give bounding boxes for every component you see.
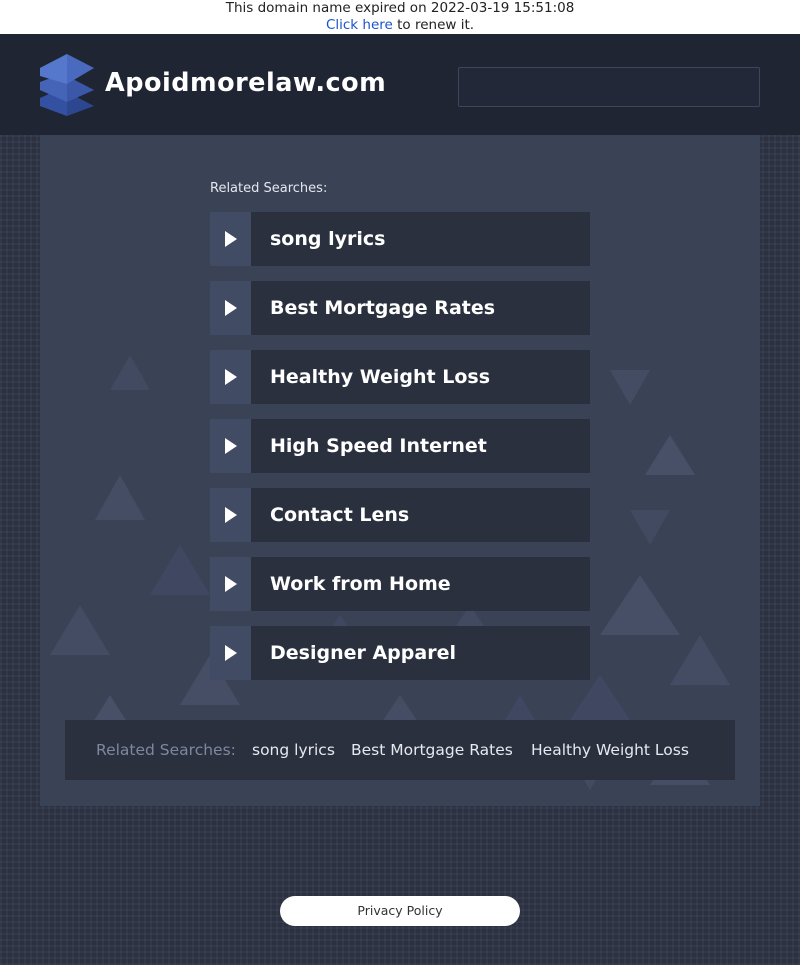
expiry-notice: This domain name expired on 2022-03-19 1… (225, 0, 575, 16)
renew-line: Click here to renew it. (0, 17, 800, 34)
footer-link[interactable]: song lyrics (252, 740, 335, 760)
related-search-item[interactable]: High Speed Internet (210, 419, 590, 473)
related-search-item[interactable]: Contact Lens (210, 488, 590, 542)
related-search-item[interactable]: Work from Home (210, 557, 590, 611)
site-title: Apoidmorelaw.com (105, 68, 387, 98)
related-search-item[interactable]: Designer Apparel (210, 626, 590, 680)
footer-related-searches: Related Searches: song lyrics Best Mortg… (65, 720, 735, 780)
play-arrow-icon (225, 231, 237, 247)
related-search-label: High Speed Internet (270, 435, 487, 457)
related-search-label: song lyrics (270, 228, 386, 250)
related-search-item[interactable]: Best Mortgage Rates (210, 281, 590, 335)
play-arrow-icon (225, 576, 237, 592)
related-search-label: Contact Lens (270, 504, 410, 526)
site-header: Apoidmorelaw.com (0, 34, 800, 135)
play-arrow-icon (225, 507, 237, 523)
related-searches-label: Related Searches: (210, 181, 328, 196)
related-search-item[interactable]: Healthy Weight Loss (210, 350, 590, 404)
stacked-layers-icon (40, 54, 94, 116)
footer-link[interactable]: Healthy Weight Loss (531, 740, 689, 760)
play-arrow-icon (225, 300, 237, 316)
renew-link[interactable]: Click here (326, 17, 393, 33)
related-search-label: Work from Home (270, 573, 451, 595)
expiry-banner: This domain name expired on 2022-03-19 1… (0, 0, 800, 34)
play-arrow-icon (225, 645, 237, 661)
related-search-item[interactable]: song lyrics (210, 212, 590, 266)
main-panel: Related Searches: song lyrics Best Mortg… (40, 135, 760, 806)
related-search-label: Healthy Weight Loss (270, 366, 491, 388)
play-arrow-icon (225, 438, 237, 454)
search-input[interactable] (458, 67, 760, 107)
footer-link[interactable]: Best Mortgage Rates (351, 740, 513, 760)
renew-suffix: to renew it. (392, 17, 475, 33)
play-arrow-icon (225, 369, 237, 385)
related-search-label: Designer Apparel (270, 642, 456, 664)
footer-related-label: Related Searches: (96, 741, 236, 759)
privacy-policy-button[interactable]: Privacy Policy (280, 896, 520, 926)
related-search-label: Best Mortgage Rates (270, 297, 496, 319)
